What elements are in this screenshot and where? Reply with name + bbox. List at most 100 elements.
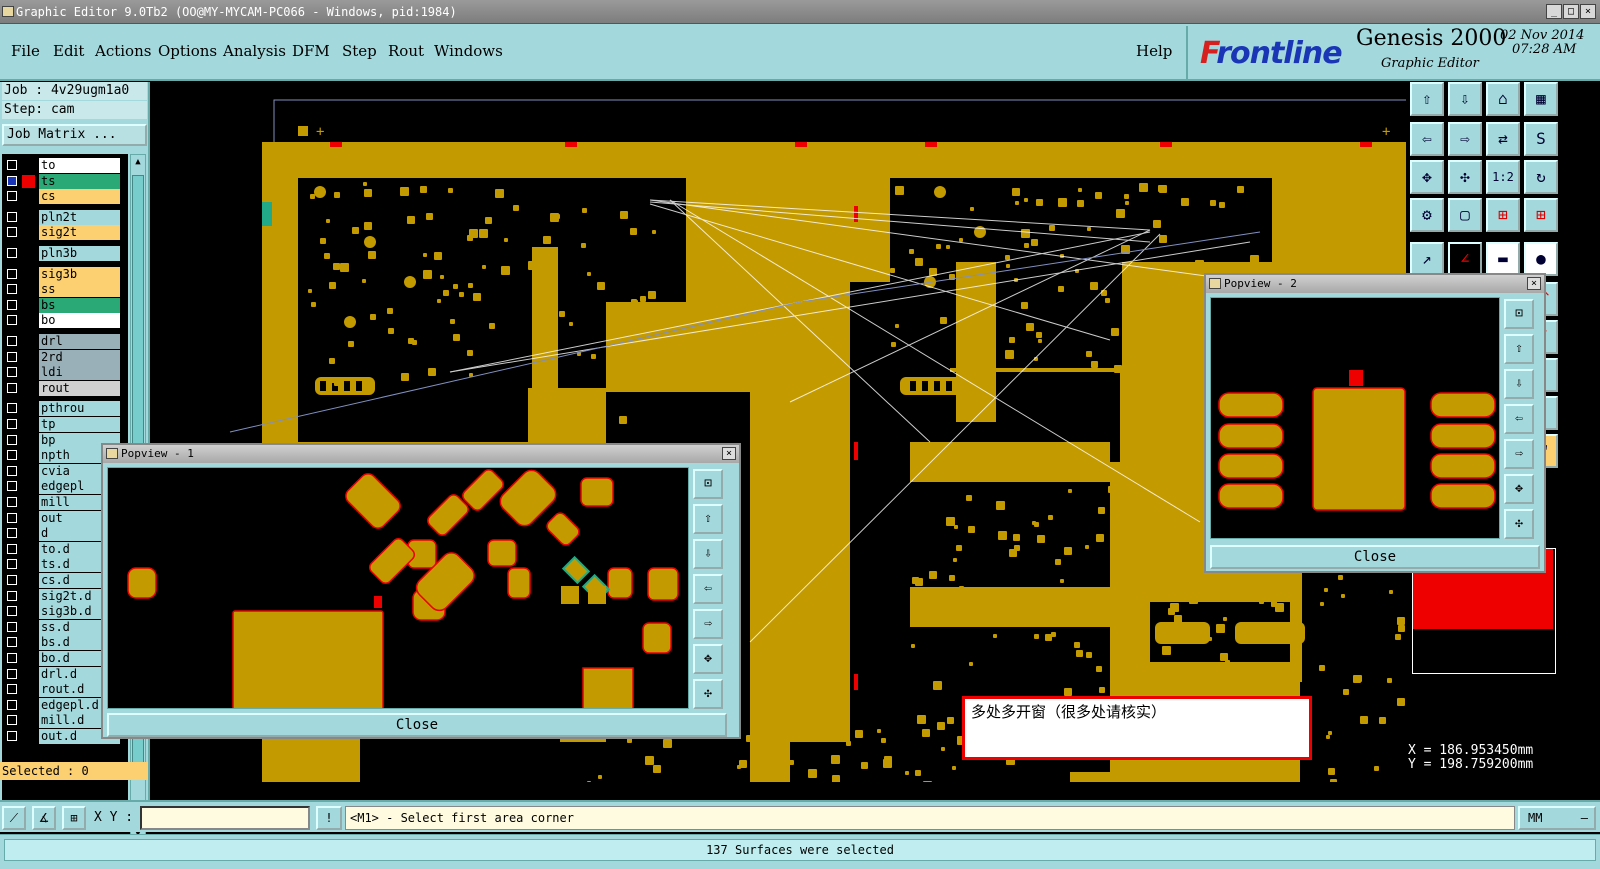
layer-affected-toggle[interactable] xyxy=(22,174,35,188)
layer-display-checkbox[interactable] xyxy=(7,191,17,202)
popview-1-right-icon[interactable]: ⇨ xyxy=(693,609,723,639)
angle-icon[interactable]: ∠ xyxy=(1448,242,1482,276)
layer-display-checkbox[interactable] xyxy=(7,160,17,170)
layer-display-checkbox[interactable] xyxy=(7,248,17,258)
layer-display-checkbox[interactable] xyxy=(7,715,17,726)
layer-display-checkbox[interactable] xyxy=(7,684,17,695)
zoom-in-icon[interactable]: ⇩ xyxy=(1448,82,1482,116)
layer-display-checkbox[interactable] xyxy=(7,637,17,648)
popview-2-down-icon[interactable]: ⇩ xyxy=(1504,369,1534,399)
layer-display-checkbox[interactable] xyxy=(7,621,17,632)
layer-affected-toggle[interactable] xyxy=(22,605,35,618)
layer-display-checkbox[interactable] xyxy=(7,528,17,539)
menu-windows[interactable]: Windows xyxy=(434,42,503,60)
minimize-button[interactable]: _ xyxy=(1546,4,1562,19)
xy-input[interactable] xyxy=(140,806,310,830)
layer-affected-toggle[interactable] xyxy=(22,247,35,260)
menu-help[interactable]: Help xyxy=(1136,42,1172,60)
grid-icon[interactable]: ▢ xyxy=(1448,198,1482,232)
layer-affected-toggle[interactable] xyxy=(22,699,35,712)
layer-affected-toggle[interactable] xyxy=(22,496,35,509)
popview-2-right-icon[interactable]: ⇨ xyxy=(1504,439,1534,469)
popview-2-window[interactable]: Popview - 2 × ⊡ ⇧ ⇩ ⇦ ⇨ ✥ ✣ Close xyxy=(1204,273,1546,573)
draw-icon[interactable]: ↗ xyxy=(1410,242,1444,276)
measure-icon[interactable]: ⚙ xyxy=(1410,198,1444,232)
layout-icon[interactable]: ▦ xyxy=(1524,82,1558,116)
popview-1-view[interactable] xyxy=(107,467,689,709)
layer-affected-toggle[interactable] xyxy=(22,590,35,603)
layer-display-checkbox[interactable] xyxy=(7,450,17,461)
draw-line-icon[interactable]: ⟋ xyxy=(2,806,26,830)
layer-affected-toggle[interactable] xyxy=(22,299,35,312)
layer-affected-toggle[interactable] xyxy=(22,730,35,743)
layer-affected-toggle[interactable] xyxy=(22,527,35,540)
menu-options[interactable]: Options xyxy=(158,42,217,60)
popview-2-titlebar[interactable]: Popview - 2 × xyxy=(1206,275,1544,293)
layer-display-checkbox[interactable] xyxy=(7,227,17,238)
layer-display-checkbox[interactable] xyxy=(7,315,17,326)
popview-2-close-button[interactable]: Close xyxy=(1210,545,1540,569)
menu-rout[interactable]: Rout xyxy=(388,42,424,60)
layer-row[interactable]: ts xyxy=(4,173,120,189)
popview-2-fit-icon[interactable]: ✥ xyxy=(1504,474,1534,504)
layer-row[interactable]: 2rd xyxy=(4,349,120,365)
layer-affected-toggle[interactable] xyxy=(22,683,35,696)
menu-analysis[interactable]: Analysis xyxy=(223,42,286,60)
layer-display-checkbox[interactable] xyxy=(7,543,17,554)
maximize-button[interactable]: □ xyxy=(1563,4,1579,19)
popview-1-left-icon[interactable]: ⇦ xyxy=(693,574,723,604)
layer-display-checkbox[interactable] xyxy=(7,299,17,310)
layer-display-checkbox[interactable] xyxy=(7,175,17,186)
layer-affected-toggle[interactable] xyxy=(22,314,35,327)
layer-display-checkbox[interactable] xyxy=(7,731,17,741)
layer-affected-toggle[interactable] xyxy=(22,714,35,727)
popview-1-close-icon[interactable]: × xyxy=(722,447,736,460)
net-alt-icon[interactable]: ⊞ xyxy=(1524,198,1558,232)
popview-1-down-icon[interactable]: ⇩ xyxy=(693,539,723,569)
layer-display-checkbox[interactable] xyxy=(7,575,17,585)
menu-file[interactable]: File xyxy=(11,42,40,60)
layer-display-checkbox[interactable] xyxy=(7,419,17,429)
layer-display-checkbox[interactable] xyxy=(7,465,17,476)
swap-icon[interactable]: ⇄ xyxy=(1486,122,1520,156)
layer-affected-toggle[interactable] xyxy=(22,652,35,665)
layer-row[interactable]: ss xyxy=(4,282,120,298)
layer-affected-toggle[interactable] xyxy=(22,382,35,395)
layer-affected-toggle[interactable] xyxy=(22,159,35,172)
angle-tool-icon[interactable]: ∡ xyxy=(32,806,56,830)
info-icon[interactable]: ! xyxy=(316,806,342,830)
layer-display-checkbox[interactable] xyxy=(7,367,17,378)
layer-affected-toggle[interactable] xyxy=(22,434,35,447)
layer-display-checkbox[interactable] xyxy=(7,699,17,710)
popview-1-window[interactable]: Popview - 1 × ⊡ ⇧ ⇩ ⇦ ⇨ ✥ ✣ Close xyxy=(101,443,741,739)
point-icon[interactable]: ● xyxy=(1524,242,1558,276)
layer-affected-toggle[interactable] xyxy=(22,668,35,681)
net-icon[interactable]: ⊞ xyxy=(1486,198,1520,232)
home-icon[interactable]: ⌂ xyxy=(1486,82,1520,116)
layer-display-checkbox[interactable] xyxy=(7,590,17,601)
popview-2-close-icon[interactable]: × xyxy=(1527,277,1541,290)
layer-display-checkbox[interactable] xyxy=(7,382,17,393)
layer-row[interactable]: pthrou xyxy=(4,401,120,417)
layer-display-checkbox[interactable] xyxy=(7,668,17,679)
close-window-button[interactable]: × xyxy=(1580,4,1596,19)
layer-affected-toggle[interactable] xyxy=(22,335,35,348)
layer-affected-toggle[interactable] xyxy=(22,465,35,478)
job-matrix-button[interactable]: Job Matrix ... xyxy=(2,124,147,146)
layer-affected-toggle[interactable] xyxy=(22,283,35,296)
menu-edit[interactable]: Edit xyxy=(53,42,84,60)
layer-display-checkbox[interactable] xyxy=(7,268,17,279)
grid-tool-icon[interactable]: ⊞ xyxy=(62,806,86,830)
popview-1-zoom-icon[interactable]: ⊡ xyxy=(693,469,723,499)
layer-affected-toggle[interactable] xyxy=(22,226,35,239)
pan-left-icon[interactable]: ⇦ xyxy=(1410,122,1444,156)
layer-display-checkbox[interactable] xyxy=(7,481,17,492)
layer-affected-toggle[interactable] xyxy=(22,268,35,281)
popview-1-close-button[interactable]: Close xyxy=(107,713,727,737)
layer-affected-toggle[interactable] xyxy=(22,402,35,415)
layer-row[interactable]: drl xyxy=(4,334,120,349)
layer-display-checkbox[interactable] xyxy=(7,512,17,523)
popview-1-center-icon[interactable]: ✣ xyxy=(693,679,723,709)
layer-display-checkbox[interactable] xyxy=(7,211,17,222)
popview-2-center-icon[interactable]: ✣ xyxy=(1504,509,1534,539)
